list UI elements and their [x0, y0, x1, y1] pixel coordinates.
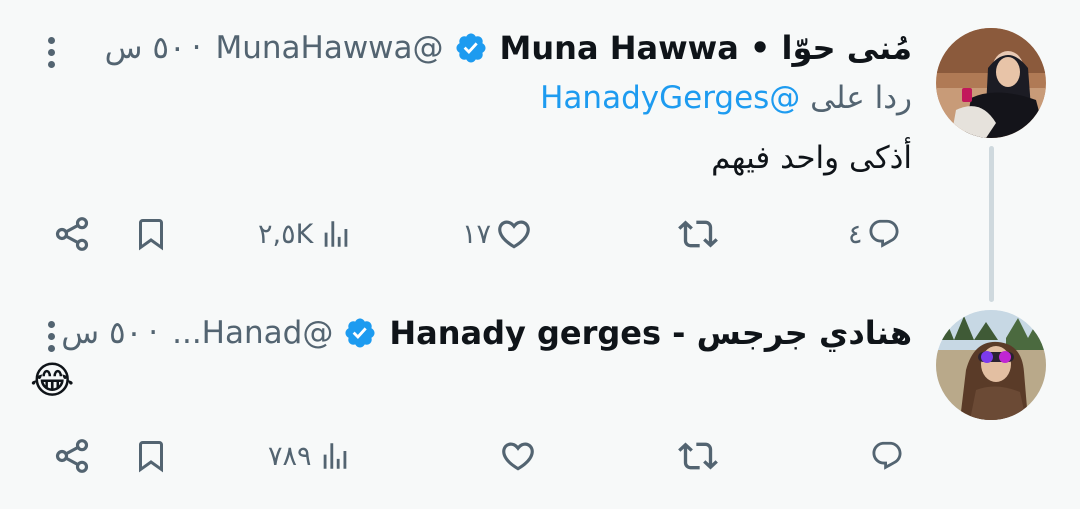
handle[interactable]: @MunaHawwa: [215, 30, 443, 66]
like-button[interactable]: ١٧: [462, 209, 533, 259]
reply-mention-link[interactable]: @HanadyGerges: [540, 80, 800, 116]
bookmark-icon: [139, 441, 163, 473]
tweet-text: أذكى واحد فيهم: [711, 140, 912, 176]
like-icon: [502, 442, 534, 471]
action-bar: ٤ ١٧ ٢,٥K: [0, 209, 1080, 259]
verified-badge-icon: [456, 33, 486, 63]
views-count: ٢,٥K: [258, 218, 314, 250]
views-icon: [323, 443, 346, 469]
avatar[interactable]: [936, 28, 1046, 138]
avatar[interactable]: [936, 310, 1046, 420]
like-button[interactable]: [495, 431, 537, 481]
bookmark-button[interactable]: [133, 209, 169, 259]
tweet-hanady-gerges[interactable]: هنادي جرجس - Hanady gerges @Hanad... · ٥…: [0, 300, 1080, 509]
retweet-icon: [678, 220, 718, 248]
tweet-text: 😂: [30, 358, 75, 402]
action-bar: ٧٨٩: [0, 431, 1080, 481]
tweet-header: هنادي جرجس - Hanady gerges @Hanad... · ٥…: [30, 308, 912, 358]
retweet-icon: [678, 442, 718, 470]
views-button[interactable]: ٧٨٩: [268, 431, 352, 481]
views-count: ٧٨٩: [268, 440, 312, 472]
timestamp[interactable]: ٥٠ س: [61, 315, 142, 351]
views-icon: [324, 221, 348, 247]
reply-to-line: ردا على @HanadyGerges: [30, 80, 912, 116]
more-icon[interactable]: [46, 317, 56, 357]
verified-badge-icon: [345, 318, 375, 348]
display-name[interactable]: هنادي جرجس - Hanady gerges: [389, 314, 912, 352]
reply-button[interactable]: [866, 431, 904, 481]
like-count: ١٧: [462, 218, 492, 250]
bookmark-icon: [139, 219, 163, 251]
reply-count: ٤: [848, 218, 863, 250]
tweet-header: مُنى حوّا • Muna Hawwa @MunaHawwa · ٥٠ س: [30, 23, 912, 73]
tweet-muna-hawwa[interactable]: مُنى حوّا • Muna Hawwa @MunaHawwa · ٥٠ س…: [0, 0, 1080, 302]
reply-prefix: ردا على: [810, 80, 912, 116]
reply-icon: [872, 441, 902, 470]
share-button[interactable]: [52, 431, 92, 481]
retweet-button[interactable]: [678, 209, 718, 259]
timestamp[interactable]: ٥٠ س: [105, 30, 186, 66]
separator-dot: ·: [191, 30, 202, 66]
reply-button[interactable]: ٤: [848, 209, 901, 259]
share-button[interactable]: [52, 209, 92, 259]
retweet-button[interactable]: [678, 431, 718, 481]
separator-dot: ·: [148, 315, 159, 351]
like-icon: [498, 220, 530, 249]
share-icon: [55, 217, 89, 251]
reply-icon: [868, 219, 899, 248]
handle[interactable]: @Hanad...: [172, 315, 333, 351]
views-button[interactable]: ٢,٥K: [258, 209, 353, 259]
display-name[interactable]: مُنى حوّا • Muna Hawwa: [500, 29, 912, 67]
share-icon: [55, 439, 89, 473]
more-icon[interactable]: [46, 33, 56, 73]
bookmark-button[interactable]: [133, 431, 169, 481]
